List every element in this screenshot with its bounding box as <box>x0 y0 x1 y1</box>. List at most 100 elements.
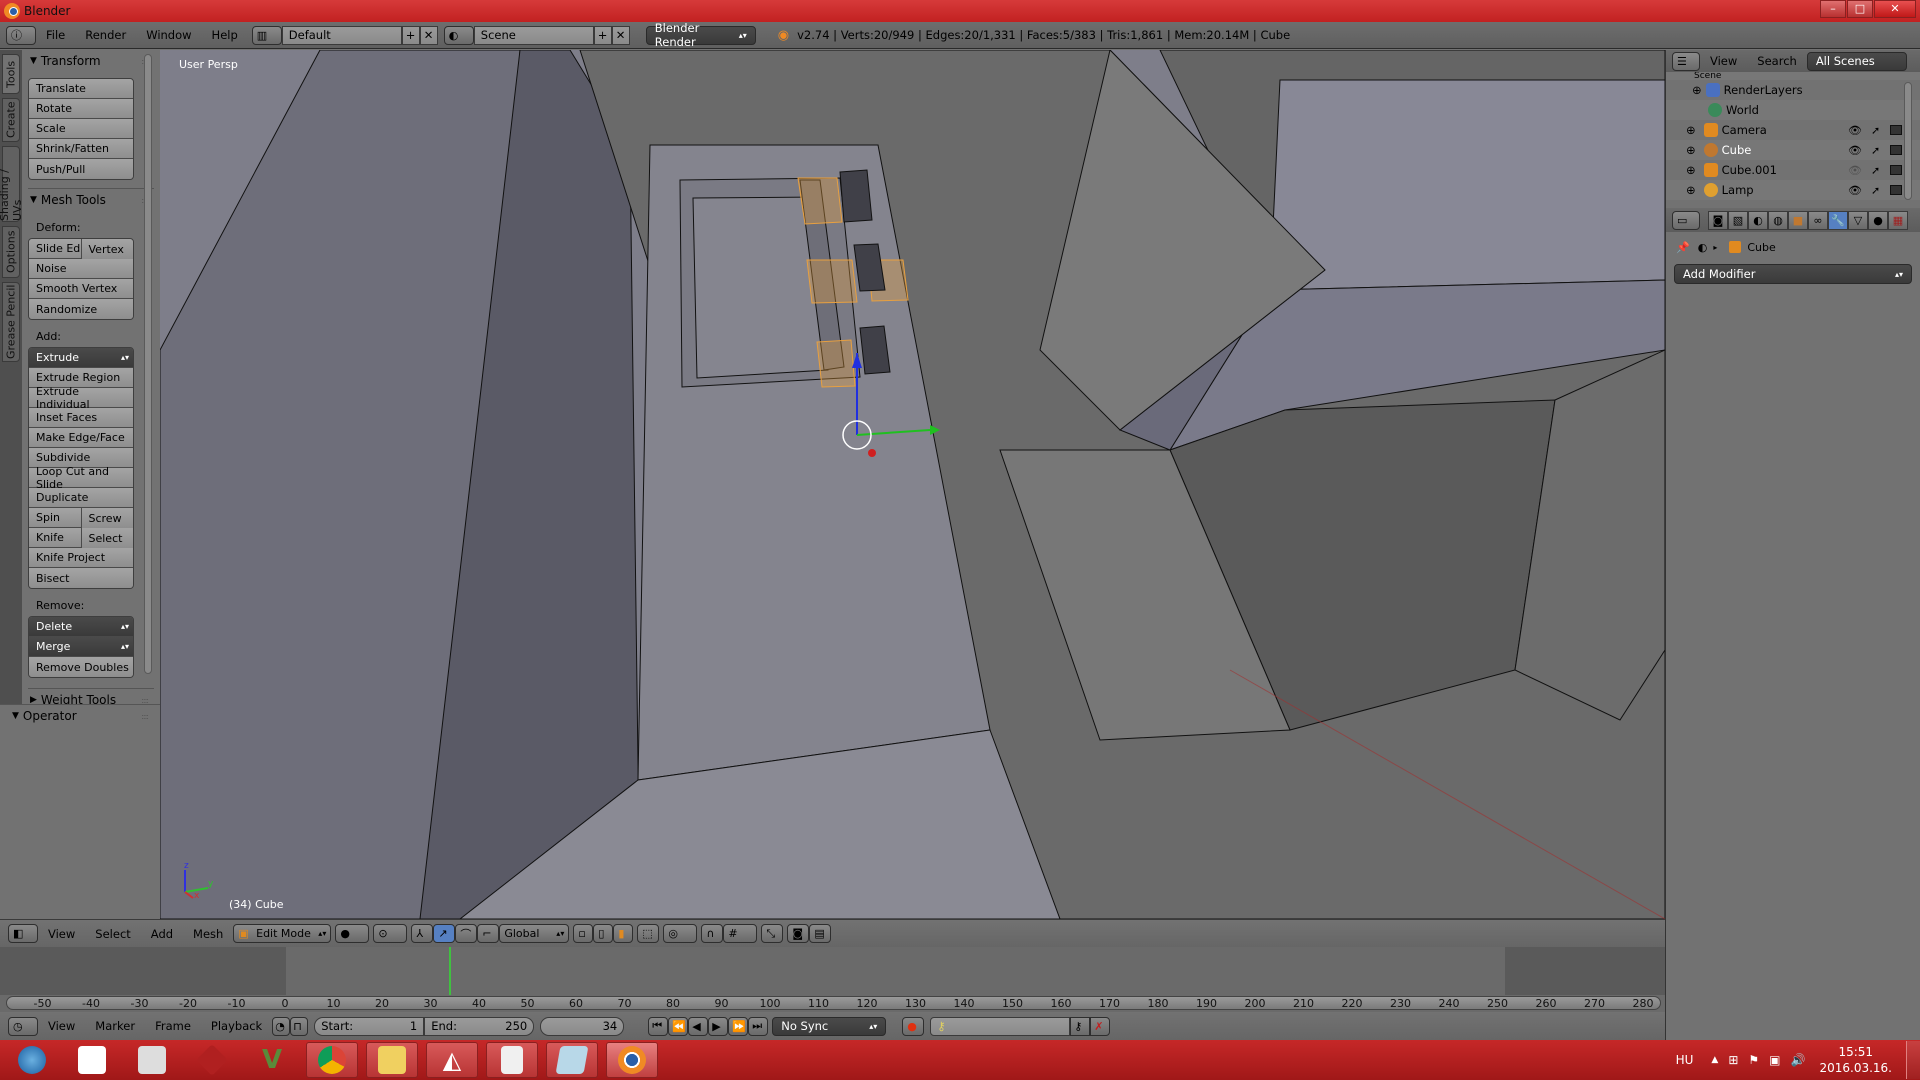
knife-project-button[interactable]: Knife Project <box>29 548 133 568</box>
menu-help[interactable]: Help <box>202 28 248 42</box>
taskbar-app-document[interactable] <box>486 1042 538 1078</box>
outliner-row-scene[interactable]: Scene <box>1666 72 1920 80</box>
transform-panel-header[interactable]: ▼Transform:::: <box>22 50 160 72</box>
keying-set-field[interactable]: ⚷ <box>930 1016 1071 1036</box>
outliner-row-cube-001[interactable]: ⊕ Cube.001 👁 ➚ <box>1666 160 1920 180</box>
editor-type-outliner-button[interactable]: ☰ <box>1672 51 1700 71</box>
lock-frame-toggle[interactable]: ⊓ <box>290 1016 309 1036</box>
make-edge-face-button[interactable]: Make Edge/Face <box>29 428 133 448</box>
menu-render[interactable]: Render <box>75 28 136 42</box>
play-button[interactable]: ▶ <box>708 1016 729 1036</box>
tool-shelf-scrollbar[interactable] <box>144 54 152 674</box>
scene-name-field[interactable]: Scene <box>473 25 594 45</box>
jump-end-button[interactable]: ⏭ <box>748 1016 769 1036</box>
render-camera-icon[interactable] <box>1890 125 1902 135</box>
tab-create[interactable]: Create <box>2 98 20 142</box>
knife-select-button[interactable]: Select <box>81 528 133 548</box>
delete-keyframe-button[interactable]: ✗ <box>1090 1016 1111 1036</box>
tab-render-layers[interactable]: ▧ <box>1728 210 1748 230</box>
operator-panel-header[interactable]: ▼ Operator:::: <box>0 705 160 727</box>
network-icon[interactable]: ▣ <box>1769 1053 1780 1067</box>
smooth-vertex-button[interactable]: Smooth Vertex <box>29 279 133 299</box>
menu-mesh[interactable]: Mesh <box>183 927 233 941</box>
menu-select[interactable]: Select <box>85 927 140 941</box>
tab-texture[interactable]: ▦ <box>1888 210 1908 230</box>
noise-button[interactable]: Noise <box>29 259 133 279</box>
current-frame-field[interactable]: 34 <box>540 1016 625 1036</box>
tab-modifiers[interactable]: 🔧 <box>1828 210 1848 230</box>
tab-render[interactable]: ◙ <box>1708 210 1728 230</box>
render-engine-dropdown[interactable]: Blender Render ▴▾ <box>645 21 756 49</box>
extrude-dropdown[interactable]: Extrude ▴▾ <box>29 348 133 368</box>
maximize-button[interactable]: □ <box>1847 0 1873 18</box>
tab-grease-pencil[interactable]: Grease Pencil <box>2 282 20 362</box>
timeline-playhead[interactable] <box>448 947 451 995</box>
spin-button[interactable]: Spin <box>29 508 82 528</box>
taskbar-app-chrome[interactable] <box>306 1042 358 1078</box>
taskbar-app-stormtrooper[interactable] <box>126 1042 178 1078</box>
scene-selector[interactable]: ◐ <box>443 25 474 45</box>
manipulator-toggle[interactable]: ⅄ <box>411 924 434 943</box>
tab-scene[interactable]: ◐ <box>1748 210 1768 230</box>
outliner-row-cube[interactable]: ⊕ Cube 👁 ➚ <box>1666 140 1920 160</box>
viewport-shading-dropdown[interactable]: ● <box>335 924 370 943</box>
clock[interactable]: 15:51 2016.03.16. <box>1819 1044 1892 1076</box>
snap-toggle[interactable]: ∩ <box>701 924 724 943</box>
gizmo-x-handle[interactable] <box>868 449 876 457</box>
timeline-menu-playback[interactable]: Playback <box>201 1019 272 1033</box>
tab-material[interactable]: ● <box>1868 210 1888 230</box>
tab-data[interactable]: ▽ <box>1848 210 1868 230</box>
vertex-select-mode[interactable]: ▫ <box>573 924 594 943</box>
show-hidden-icons-button[interactable]: ▲ <box>1711 1055 1718 1065</box>
face-select-mode[interactable]: ▮ <box>613 924 634 943</box>
menu-file[interactable]: File <box>36 28 75 42</box>
translate-button[interactable]: Translate <box>29 79 133 99</box>
tab-options[interactable]: Options <box>2 226 20 278</box>
rotate-button[interactable]: Rotate <box>29 99 133 119</box>
expand-icon[interactable]: ⊕ <box>1692 83 1702 97</box>
layout-name-field[interactable]: Default <box>281 25 402 45</box>
language-indicator[interactable]: HU <box>1676 1053 1694 1067</box>
taskbar-app-blender[interactable] <box>606 1042 658 1078</box>
timeline-menu-frame[interactable]: Frame <box>145 1019 201 1033</box>
bisect-button[interactable]: Bisect <box>29 568 133 588</box>
end-frame-field[interactable]: End: 250 <box>424 1016 535 1036</box>
scale-button[interactable]: Scale <box>29 119 133 139</box>
editor-type-properties-button[interactable]: ▭ <box>1672 210 1700 230</box>
display-mode-dropdown[interactable]: All Scenes <box>1806 51 1907 71</box>
menu-window[interactable]: Window <box>136 28 201 42</box>
outliner-menu-search[interactable]: Search <box>1747 54 1807 68</box>
visibility-eye-icon[interactable]: 👁 <box>1848 184 1862 197</box>
taskbar-app-game-ace[interactable] <box>186 1042 238 1078</box>
jump-next-keyframe-button[interactable]: ⏩ <box>728 1016 749 1036</box>
minimize-button[interactable]: – <box>1820 0 1846 18</box>
visibility-eye-icon[interactable]: 👁 <box>1848 124 1862 137</box>
taskbar-app-notepad[interactable] <box>546 1042 598 1078</box>
add-modifier-dropdown[interactable]: Add Modifier ▴▾ <box>1674 264 1912 284</box>
outliner-row-renderlayers[interactable]: ⊕ RenderLayers <box>1666 80 1920 100</box>
slide-vertex-button[interactable]: Vertex <box>81 239 133 259</box>
render-camera-icon[interactable] <box>1890 185 1902 195</box>
timeline-ruler[interactable]: -50 -40 -30 -20 -10 0 10 20 30 40 50 60 70 80 90 100 110… <box>6 996 1661 1010</box>
edge-select-mode[interactable]: ▯ <box>593 924 614 943</box>
tab-object[interactable]: ■ <box>1788 210 1808 230</box>
tab-world[interactable]: ◍ <box>1768 210 1788 230</box>
screen-layout-selector[interactable]: ▥ <box>251 25 282 45</box>
taskbar-app-gta-v[interactable]: V <box>246 1042 298 1078</box>
outliner-row-world[interactable]: World <box>1666 100 1920 120</box>
delete-layout-button[interactable]: ✕ <box>419 25 438 45</box>
editor-type-3dview-button[interactable]: ◧ <box>8 924 38 943</box>
show-desktop-button[interactable] <box>1906 1041 1920 1079</box>
randomize-button[interactable]: Randomize <box>29 299 133 319</box>
expand-icon[interactable]: ⊕ <box>1686 123 1696 137</box>
menu-view[interactable]: View <box>38 927 85 941</box>
selectability-arrow-icon[interactable]: ➚ <box>1871 184 1880 197</box>
mode-dropdown[interactable]: ▣ Edit Mode ▴▾ <box>233 924 332 943</box>
tab-tools[interactable]: Tools <box>2 54 20 94</box>
editor-type-timeline-button[interactable]: ◷ <box>8 1016 38 1036</box>
outliner-menu-view[interactable]: View <box>1700 54 1747 68</box>
visibility-eye-hidden-icon[interactable]: 👁 <box>1848 164 1862 177</box>
visibility-eye-icon[interactable]: 👁 <box>1848 144 1862 157</box>
scale-manipulator-toggle[interactable]: ⌐ <box>477 924 500 943</box>
timeline-menu-marker[interactable]: Marker <box>85 1019 145 1033</box>
